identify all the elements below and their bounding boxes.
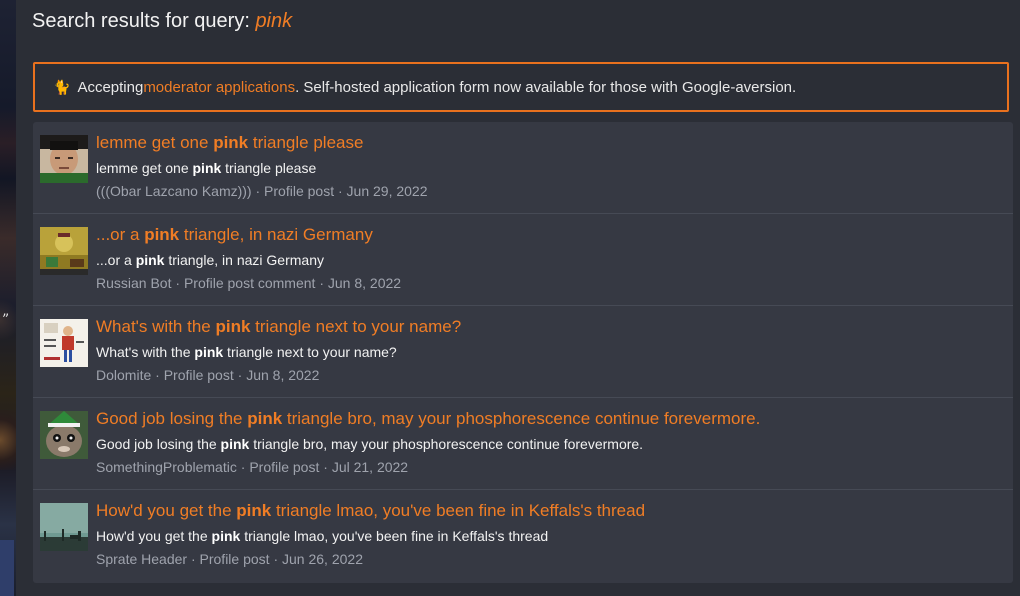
background-strip: ” [0, 0, 16, 596]
result-meta: SomethingProblematic · Profile post · Ju… [96, 459, 409, 475]
result-snippet: lemme get one pink triangle please [96, 160, 317, 176]
moderator-applications-link[interactable]: moderator applications [143, 79, 295, 96]
notice-banner: 🐈 Accepting moderator applications. Self… [33, 62, 1009, 112]
result-snippet: How'd you get the pink triangle lmao, yo… [96, 528, 549, 544]
avatar[interactable] [40, 319, 88, 367]
author-link[interactable]: Sprate Header [96, 551, 187, 567]
result-title-link[interactable]: Good job losing the pink triangle bro, m… [96, 409, 760, 429]
result-meta: (((Obar Lazcano Kamz))) · Profile post ·… [96, 183, 428, 199]
result-title-link[interactable]: ...or a pink triangle, in nazi Germany [96, 225, 373, 245]
search-results-list: lemme get one pink triangle please lemme… [33, 122, 1013, 583]
result-title-link[interactable]: What's with the pink triangle next to yo… [96, 317, 461, 337]
main-content: Search results for query: pink 🐈 Accepti… [16, 0, 1020, 596]
page-title: Search results for query: pink [32, 10, 292, 33]
result-title-link[interactable]: How'd you get the pink triangle lmao, yo… [96, 501, 645, 521]
result-item: How'd you get the pink triangle lmao, yo… [33, 490, 1013, 582]
content-type: Profile post [249, 459, 320, 475]
post-date: Jun 8, 2022 [246, 367, 320, 383]
result-snippet: Good job losing the pink triangle bro, m… [96, 436, 644, 452]
content-type: Profile post [264, 183, 335, 199]
avatar[interactable] [40, 135, 88, 183]
result-item: lemme get one pink triangle please lemme… [33, 122, 1013, 214]
author-link[interactable]: (((Obar Lazcano Kamz))) [96, 183, 252, 199]
result-item: What's with the pink triangle next to yo… [33, 306, 1013, 398]
result-item: ...or a pink triangle, in nazi Germany .… [33, 214, 1013, 306]
author-link[interactable]: Russian Bot [96, 275, 171, 291]
post-date: Jun 8, 2022 [327, 275, 402, 291]
avatar[interactable] [40, 411, 88, 459]
content-type: Profile post comment [183, 275, 316, 291]
result-meta: Dolomite · Profile post · Jun 8, 2022 [96, 367, 320, 383]
result-meta: Russian Bot · Profile post comment · Jun… [96, 275, 402, 291]
page-title-prefix: Search results for query: [32, 10, 256, 32]
avatar[interactable] [40, 503, 88, 551]
result-snippet: What's with the pink triangle next to yo… [96, 344, 397, 360]
author-link[interactable]: SomethingProblematic [96, 459, 237, 475]
post-date: Jun 26, 2022 [282, 551, 363, 567]
post-date: Jun 29, 2022 [346, 183, 428, 199]
author-link[interactable]: Dolomite [96, 367, 151, 383]
notice-text-after: . Self-hosted application form now avail… [295, 78, 797, 96]
post-date: Jul 21, 2022 [331, 459, 409, 475]
content-type: Profile post [199, 551, 270, 567]
notice-text-before: Accepting [77, 78, 144, 96]
result-item: Good job losing the pink triangle bro, m… [33, 398, 1013, 490]
result-snippet: ...or a pink triangle, in nazi Germany [96, 252, 324, 268]
content-type: Profile post [163, 367, 234, 383]
result-title-link[interactable]: lemme get one pink triangle please [96, 133, 363, 153]
result-meta: Sprate Header · Profile post · Jun 26, 2… [96, 551, 363, 567]
avatar[interactable] [40, 227, 88, 275]
search-query: pink [255, 10, 293, 32]
cat-icon: 🐈 [53, 78, 71, 95]
